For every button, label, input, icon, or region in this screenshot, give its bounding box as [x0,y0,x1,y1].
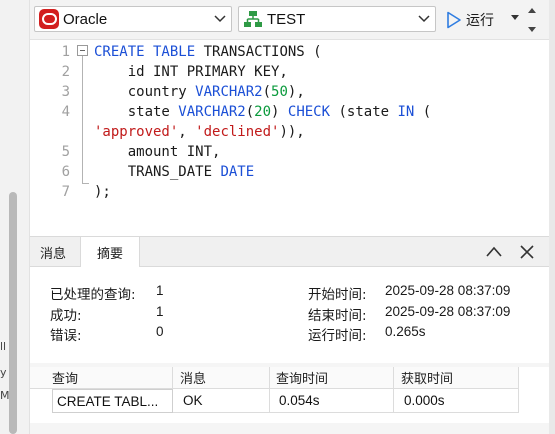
database-tree-icon [244,11,262,27]
sql-text: ( [245,104,255,120]
elapsed-time-label: 运行时间: [308,328,367,344]
processed-queries-value: 1 [156,283,164,298]
processed-queries-label: 已处理的查询: [50,287,136,303]
line-number-gutter: 1 2 3 4 5 6 7 [30,40,74,232]
run-options-dropdown-icon[interactable] [510,14,520,22]
sql-text: )), [279,124,305,140]
collapse-panel-icon[interactable] [485,245,503,259]
sql-text: (state [330,104,398,120]
code-line: ); [94,182,111,202]
error-label: 错误: [50,328,82,344]
error-value: 0 [156,324,164,339]
sql-keyword: CREATE TABLE [94,44,196,60]
chevron-down-icon [418,15,430,23]
success-label: 成功: [50,308,82,324]
fold-guide-end [82,183,89,184]
end-time-label: 结束时间: [308,308,367,324]
line-number: 3 [61,84,70,100]
line-number: 6 [61,164,70,180]
sql-text: ( [262,84,272,100]
sql-keyword: VARCHAR2 [195,84,263,100]
line-number: 5 [61,144,70,160]
column-header-message[interactable]: 消息 [173,367,270,389]
database-label: TEST [267,10,306,28]
start-time-label: 开始时间: [308,287,367,303]
code-line: TRANS_DATE DATE [94,162,254,182]
sql-text: , [178,124,196,140]
column-header-query[interactable]: 查询 [30,367,173,389]
sql-string: 'approved' [94,124,179,140]
connection-select[interactable]: Oracle [34,6,232,32]
query-result-grid: 查询 消息 查询时间 获取时间 CREATE TABL... OK 0.054s… [30,367,555,423]
sql-keyword: CHECK [287,104,331,120]
column-header-query-time[interactable]: 查询时间 [270,367,394,389]
column-header-fetch-time[interactable]: 获取时间 [394,367,519,389]
code-line: country VARCHAR2(50), [94,82,305,102]
sql-text: ( [414,104,432,120]
sql-keyword: DATE [220,164,255,180]
database-select[interactable]: TEST [238,6,436,32]
line-number: 1 [61,44,70,60]
sql-text: ); [94,184,111,200]
tab-summary[interactable]: 摘要 [80,237,140,268]
line-number: 7 [61,184,70,200]
left-scrollbar[interactable] [9,192,17,434]
toolbar-scroll-arrows-icon[interactable] [527,4,537,36]
start-time-value: 2025-09-28 08:37:09 [385,283,511,298]
sql-keyword: IN [397,104,415,120]
sql-text: amount INT, [94,144,221,160]
result-cell-query[interactable]: CREATE TABL... [52,389,173,413]
code-line: state VARCHAR2(20) CHECK (state IN ( [94,102,432,122]
code-line: CREATE TABLE TRANSACTIONS ( [94,42,322,62]
sql-text: id INT PRIMARY KEY, [94,64,288,80]
fold-guide [82,56,83,183]
result-tabs: 消息 摘要 [30,237,555,268]
query-window: Oracle TEST 运行 1 2 3 4 5 6 7 CREATE TABL… [30,0,555,434]
left-edge-text-2: y [0,366,7,379]
run-label: 运行 [466,13,494,29]
left-edge-text-1: ll [0,340,7,353]
sql-text: ), [287,84,305,100]
result-cell-message[interactable]: OK [173,389,270,413]
line-number: 2 [61,64,70,80]
result-cell-query-time[interactable]: 0.054s [270,389,394,413]
result-cell-fetch-time[interactable]: 0.000s [394,389,519,413]
sql-keyword: VARCHAR2 [178,104,246,120]
run-button[interactable]: 运行 [446,8,494,32]
sql-text: state [94,104,179,120]
right-edge-strip [549,0,555,434]
query-toolbar: Oracle TEST 运行 [30,0,555,40]
code-line: amount INT, [94,142,221,162]
sql-number: 50 [271,84,288,100]
result-panel: 消息 摘要 已处理的查询: 1 成功: 1 错误: 0 开始时间: 2025-0… [30,236,555,434]
code-line: 'approved', 'declined')), [94,122,305,142]
code-line: id INT PRIMARY KEY, [94,62,288,82]
left-side-panel: ll y M [0,0,30,434]
oracle-icon [39,9,59,29]
success-value: 1 [156,304,164,319]
sql-text: TRANS_DATE [94,164,221,180]
close-icon[interactable] [519,245,535,259]
connection-label: Oracle [63,10,108,28]
sql-number: 20 [254,104,272,120]
summary-view: 已处理的查询: 1 成功: 1 错误: 0 开始时间: 2025-09-28 0… [30,267,555,363]
line-number: 4 [61,104,70,120]
sql-text: ) [271,104,288,120]
end-time-value: 2025-09-28 08:37:09 [385,304,511,319]
elapsed-time-value: 0.265s [385,324,426,339]
fold-toggle-icon[interactable] [77,45,88,56]
chevron-down-icon [214,15,226,23]
sql-text: country [94,84,196,100]
sql-editor[interactable]: 1 2 3 4 5 6 7 CREATE TABLE TRANSACTIONS … [30,40,555,232]
tab-messages[interactable]: 消息 [30,237,76,267]
play-icon [447,11,461,29]
sql-string: 'declined' [195,124,280,140]
sql-text: TRANSACTIONS ( [195,44,322,60]
left-edge-text-3: M [0,389,10,402]
